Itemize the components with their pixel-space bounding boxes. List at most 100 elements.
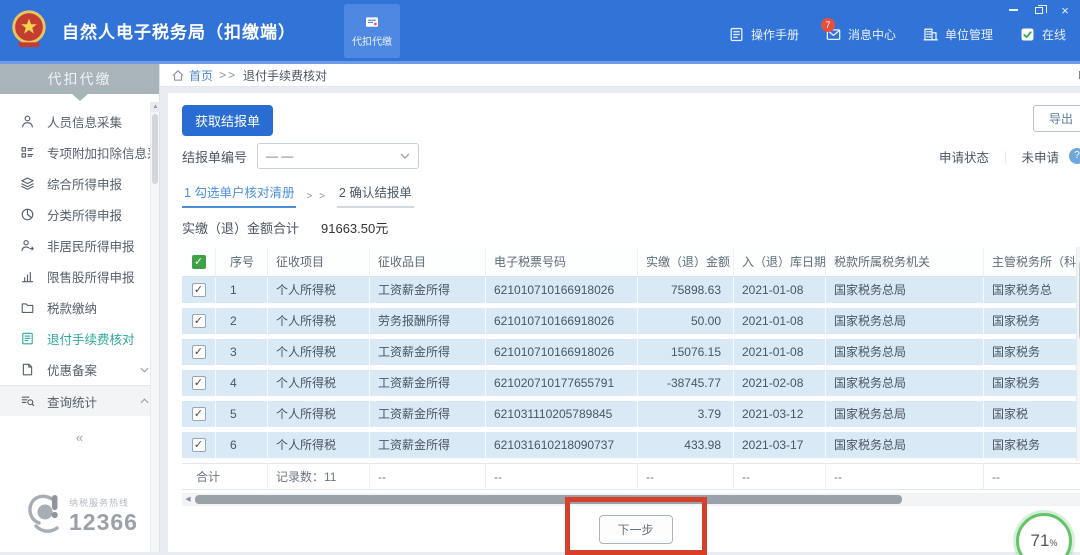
search-list-icon <box>20 393 36 409</box>
select-all-checkbox[interactable]: ✓ <box>192 255 206 269</box>
form-icon <box>20 145 36 161</box>
scroll-left-icon[interactable]: ◀ <box>182 493 194 506</box>
horizontal-scroll-thumb[interactable] <box>195 495 902 504</box>
table-row[interactable]: ✓4个人所得税工资薪金所得621020710177655791-38745.77… <box>182 370 1080 396</box>
layers-icon <box>20 176 36 192</box>
row-checkbox-cell: ✓ <box>182 370 216 396</box>
column-header[interactable]: 序号 <box>216 247 268 276</box>
sidebar-item-label: 优惠备案 <box>47 360 97 379</box>
table-cell: 2021-01-08 <box>734 339 826 365</box>
column-header[interactable]: 税款所属税务机关 <box>826 247 984 276</box>
column-header[interactable]: 入（退）库日期 <box>734 247 826 276</box>
breadcrumb: 首页 >> 退付手续费核对 × <box>160 64 1080 87</box>
column-header[interactable]: 电子税票号码 <box>486 247 638 276</box>
table-cell: 621010710166918026 <box>486 277 638 303</box>
table-cell: 个人所得税 <box>268 432 370 458</box>
apply-status-label: 申请状态 <box>939 147 989 166</box>
table-cell: 国家税务总局 <box>826 339 984 365</box>
row-checkbox-cell: ✓ <box>182 401 216 427</box>
table-cell: 工资薪金所得 <box>370 370 486 396</box>
hotline-logo: 纳税服务热线 12366 <box>0 490 159 542</box>
table-cell: 4 <box>216 370 268 396</box>
column-header[interactable]: 主管税务所（科） <box>984 247 1080 276</box>
sidebar-item-preferential-filing[interactable]: 优惠备案 <box>0 354 159 385</box>
row-checkbox[interactable]: ✓ <box>192 283 206 297</box>
chevron-down-icon <box>140 367 149 373</box>
pie-icon <box>20 207 36 223</box>
sidebar-item-refund-fee-check[interactable]: 退付手续费核对 <box>0 323 159 354</box>
toolbar-operation-manual[interactable]: 操作手册 <box>728 26 799 43</box>
table-cell: 621031610218090737 <box>486 432 638 458</box>
sidebar-collapse-button[interactable]: « <box>0 430 159 445</box>
row-checkbox[interactable]: ✓ <box>192 407 206 421</box>
close-icon[interactable]: × <box>1058 4 1072 16</box>
table-cell: 2021-03-12 <box>734 401 826 427</box>
sidebar-item-special-deduction-collection[interactable]: 专项附加扣除信息采集 <box>0 137 159 168</box>
footer-cell: -- <box>826 464 984 489</box>
step-tab-1[interactable]: 1 勾选单户核对清册 <box>182 182 296 208</box>
sidebar-item-label: 查询统计 <box>47 392 97 411</box>
chevron-up-icon <box>140 398 149 404</box>
scroll-up-icon[interactable]: ▲ <box>151 102 160 112</box>
table-row[interactable]: ✓1个人所得税工资薪金所得62101071016691802675898.632… <box>182 277 1080 303</box>
tab-withholding-module[interactable]: 代扣代缴 <box>344 4 400 58</box>
help-icon[interactable]: ? <box>1069 148 1080 164</box>
statement-number-select[interactable]: — — <box>257 143 419 169</box>
total-amount-value: 91663.50元 <box>321 218 388 237</box>
table-cell: 6 <box>216 432 268 458</box>
column-header[interactable]: 实缴（退）金额 <box>638 247 734 276</box>
next-step-button[interactable]: 下一步 <box>599 515 673 544</box>
minimize-icon[interactable] <box>1006 4 1020 16</box>
row-checkbox[interactable]: ✓ <box>192 345 206 359</box>
sidebar-scrollbar[interactable]: ▲ <box>150 102 159 552</box>
sidebar-item-nonresident-income-declaration[interactable]: 非居民所得申报 <box>0 230 159 261</box>
sidebar-item-query-statistics[interactable]: 查询统计 <box>0 385 159 416</box>
org-icon <box>922 26 939 43</box>
footer-cell: -- <box>984 464 1080 489</box>
sidebar-header: 代扣代缴 <box>0 64 159 94</box>
table-cell: 个人所得税 <box>268 339 370 365</box>
restore-icon[interactable] <box>1032 4 1046 16</box>
toolbar-label: 消息中心 <box>848 26 896 43</box>
breadcrumb-home[interactable]: 首页 <box>189 67 213 84</box>
sidebar-item-comprehensive-income-declaration[interactable]: 综合所得申报 <box>0 168 159 199</box>
table-cell: 工资薪金所得 <box>370 277 486 303</box>
column-header[interactable]: 征收品目 <box>370 247 486 276</box>
table-cell: 2021-01-08 <box>734 277 826 303</box>
table-cell: 工资薪金所得 <box>370 401 486 427</box>
table-row[interactable]: ✓5个人所得税工资薪金所得6210311102057898453.792021-… <box>182 401 1080 427</box>
table-cell: 5 <box>216 401 268 427</box>
column-header[interactable]: 征收项目 <box>268 247 370 276</box>
table-body: ✓1个人所得税工资薪金所得62101071016691802675898.632… <box>182 277 1080 458</box>
table-row[interactable]: ✓2个人所得税劳务报酬所得62101071016691802650.002021… <box>182 308 1080 334</box>
table-row[interactable]: ✓3个人所得税工资薪金所得62101071016691802615076.152… <box>182 339 1080 365</box>
step-tab-2[interactable]: 2 确认结报单 <box>337 182 414 208</box>
sidebar-item-tax-payment[interactable]: 税款缴纳 <box>0 292 159 323</box>
row-checkbox[interactable]: ✓ <box>192 438 206 452</box>
vertical-scrollbar[interactable]: ▲ ▼ <box>1076 247 1080 461</box>
toolbar-unit-management[interactable]: 单位管理 <box>922 26 993 43</box>
toolbar-message-center[interactable]: 7消息中心 <box>825 26 896 43</box>
fetch-statement-button[interactable]: 获取结报单 <box>182 105 273 136</box>
table-cell: 2 <box>216 308 268 334</box>
row-checkbox[interactable]: ✓ <box>192 314 206 328</box>
sidebar-item-classified-income-declaration[interactable]: 分类所得申报 <box>0 199 159 230</box>
table-cell: 工资薪金所得 <box>370 432 486 458</box>
sidebar: 代扣代缴 人员信息采集专项附加扣除信息采集综合所得申报分类所得申报非居民所得申报… <box>0 64 160 552</box>
content-card: 获取结报单 导出 结报单编号 — — 申请状态 ｜ 未申请 ? <box>168 93 1080 552</box>
hotline-number: 12366 <box>69 509 138 536</box>
table-cell: 2021-01-08 <box>734 308 826 334</box>
table-cell: 国家税务总局 <box>826 401 984 427</box>
breadcrumb-separator: >> <box>219 68 237 82</box>
footer-cell: -- <box>734 464 826 489</box>
table-cell: 2021-03-17 <box>734 432 826 458</box>
row-checkbox[interactable]: ✓ <box>192 376 206 390</box>
table-cell: 个人所得税 <box>268 308 370 334</box>
sidebar-item-restricted-shares-declaration[interactable]: 限售股所得申报 <box>0 261 159 292</box>
horizontal-scrollbar[interactable]: ◀ ▶ <box>182 493 1080 506</box>
table-row[interactable]: ✓6个人所得税工资薪金所得621031610218090737433.98202… <box>182 432 1080 458</box>
sidebar-item-person-info-collection[interactable]: 人员信息采集 <box>0 106 159 137</box>
export-button[interactable]: 导出 <box>1033 105 1080 132</box>
main-area: 首页 >> 退付手续费核对 × 获取结报单 导出 结报单编号 — — <box>160 64 1080 552</box>
toolbar-online-status[interactable]: 在线 <box>1019 26 1066 43</box>
